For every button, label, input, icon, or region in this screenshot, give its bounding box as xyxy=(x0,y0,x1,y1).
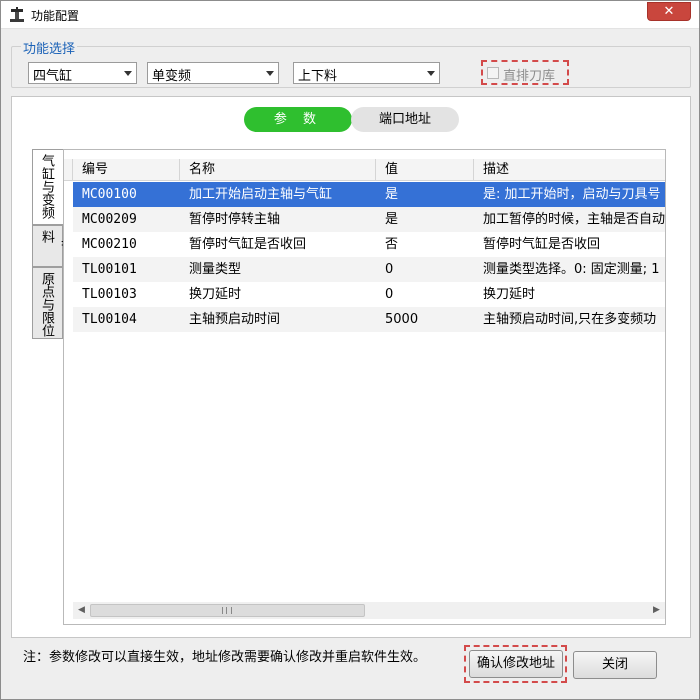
side-tab-origin-limit[interactable]: 原点与限位 xyxy=(32,267,63,339)
side-tab-loading[interactable]: 上下料 xyxy=(32,225,73,267)
cell-value[interactable]: 0 xyxy=(376,282,474,307)
side-tab-label: 气缸与变频 xyxy=(39,154,54,219)
column-header-description[interactable]: 描述 xyxy=(474,159,665,181)
cell-id: MC00100 xyxy=(82,187,137,202)
cell-value[interactable]: 是 xyxy=(376,207,474,232)
table-row[interactable]: MC00210 暂停时气缸是否收回 否 暂停时气缸是否收回 xyxy=(73,232,665,257)
window-title: 功能配置 xyxy=(31,9,80,23)
function-select-legend: 功能选择 xyxy=(21,38,78,57)
cell-id: TL00104 xyxy=(82,312,137,327)
cell-description: 主轴预启动时间,只在多变频功 xyxy=(483,312,657,327)
cell-value[interactable]: 是 xyxy=(376,182,474,207)
confirm-address-button[interactable]: 确认修改地址 xyxy=(469,650,563,678)
cell-name: 换刀延时 xyxy=(189,287,242,302)
cell-name: 测量类型 xyxy=(189,262,242,277)
chevron-down-icon xyxy=(427,71,435,76)
table-row[interactable]: TL00103 换刀延时 0 换刀延时 xyxy=(73,282,665,307)
cylinder-mode-value: 四气缸 xyxy=(33,69,73,84)
column-header-id[interactable]: 编号 xyxy=(73,159,180,181)
cell-id: MC00210 xyxy=(82,237,137,252)
window-close-button[interactable]: ✕ xyxy=(647,2,691,21)
cell-id: TL00103 xyxy=(82,287,137,302)
scroll-left-icon[interactable]: ◀ xyxy=(73,602,90,619)
inverter-mode-select[interactable]: 单变频 xyxy=(147,62,279,84)
cell-description: 是: 加工开始时，启动与刀具号 xyxy=(483,187,661,202)
function-config-window: 功能配置 ✕ 功能选择 四气缸 单变频 上下料 直排刀库 参 数 端口地址 气缸… xyxy=(0,0,700,700)
cell-description: 测量类型选择。0: 固定测量; 1 xyxy=(483,262,660,277)
cell-name: 暂停时停转主轴 xyxy=(189,212,281,227)
grip-icon xyxy=(222,607,232,614)
cell-id: TL00101 xyxy=(82,262,137,277)
tab-port-address[interactable]: 端口地址 xyxy=(351,107,459,132)
table-row[interactable]: TL00104 主轴预启动时间 5000 主轴预启动时间,只在多变频功 xyxy=(73,307,665,332)
column-header-name[interactable]: 名称 xyxy=(180,159,376,181)
cylinder-mode-select[interactable]: 四气缸 xyxy=(28,62,137,84)
table-row[interactable]: TL00101 测量类型 0 测量类型选择。0: 固定测量; 1 xyxy=(73,257,665,282)
title-bar: 功能配置 ✕ xyxy=(1,1,699,29)
inline-tool-magazine-label: 直排刀库 xyxy=(503,69,556,84)
scroll-right-icon[interactable]: ▶ xyxy=(648,602,665,619)
loading-mode-select[interactable]: 上下料 xyxy=(293,62,440,84)
table-header: 编号 名称 值 描述 xyxy=(64,159,665,181)
inverter-mode-value: 单变频 xyxy=(152,69,192,84)
cell-name: 主轴预启动时间 xyxy=(189,312,281,327)
tab-parameters[interactable]: 参 数 xyxy=(244,107,352,132)
column-header-value[interactable]: 值 xyxy=(376,159,474,181)
scroll-thumb[interactable] xyxy=(90,604,365,617)
cell-id: MC00209 xyxy=(82,212,137,227)
chevron-down-icon xyxy=(124,71,132,76)
table-row[interactable]: MC00100 加工开始启动主轴与气缸 是 是: 加工开始时，启动与刀具号 xyxy=(73,182,665,207)
horizontal-scrollbar[interactable]: ◀ ▶ xyxy=(73,602,665,619)
cell-value[interactable]: 否 xyxy=(376,232,474,257)
side-tab-label: 原点与限位 xyxy=(39,272,54,337)
header-corner xyxy=(64,159,73,181)
inline-tool-magazine-highlight: 直排刀库 xyxy=(481,60,569,85)
table-row[interactable]: MC00209 暂停时停转主轴 是 加工暂停的时候，主轴是否自动 xyxy=(73,207,665,232)
parameter-table: 编号 名称 值 描述 MC00100 加工开始启动主轴与气缸 是 是: 加工开始… xyxy=(63,149,666,625)
cell-name: 暂停时气缸是否收回 xyxy=(189,237,307,252)
loading-mode-value: 上下料 xyxy=(298,69,338,84)
chevron-down-icon xyxy=(266,71,274,76)
close-button[interactable]: 关闭 xyxy=(573,651,657,679)
cell-description: 暂停时气缸是否收回 xyxy=(483,237,601,252)
cell-description: 换刀延时 xyxy=(483,287,536,302)
side-tab-cylinder-inverter[interactable]: 气缸与变频 xyxy=(32,149,63,225)
cell-value[interactable]: 0 xyxy=(376,257,474,282)
machine-tool-icon xyxy=(10,7,24,22)
cell-value[interactable]: 5000 xyxy=(376,307,474,332)
cell-name: 加工开始启动主轴与气缸 xyxy=(189,187,333,202)
footer-note: 注：参数修改可以直接生效，地址修改需要确认修改并重启软件生效。 xyxy=(23,650,427,665)
inline-tool-magazine-checkbox[interactable] xyxy=(487,67,499,79)
cell-description: 加工暂停的时候，主轴是否自动 xyxy=(483,212,665,227)
